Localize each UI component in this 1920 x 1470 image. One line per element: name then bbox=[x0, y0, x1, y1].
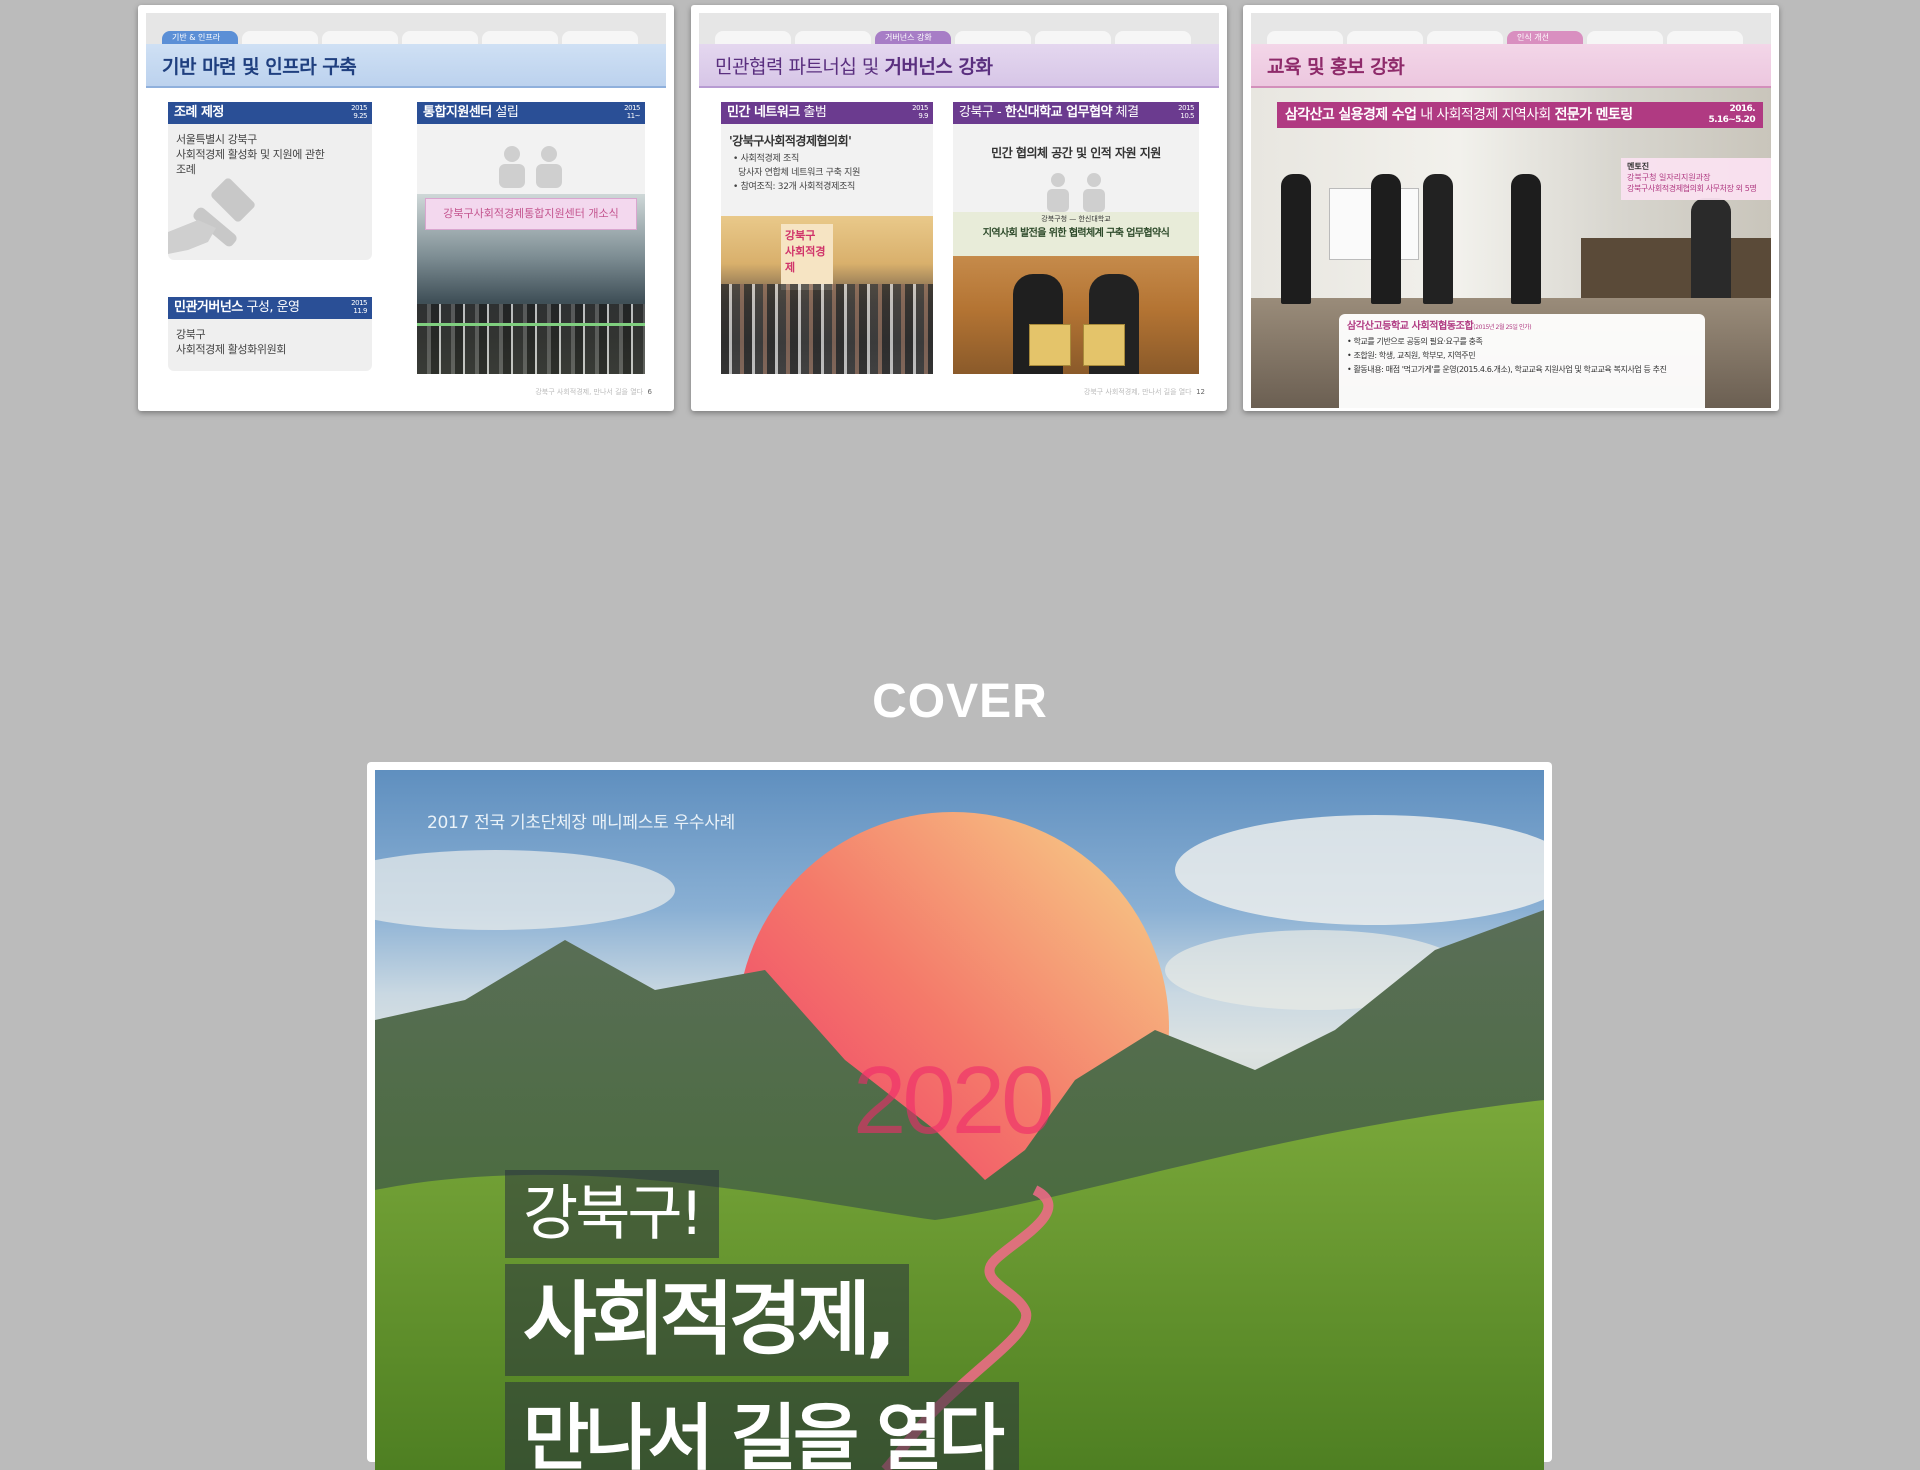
tab bbox=[482, 31, 558, 44]
tab bbox=[1587, 31, 1663, 44]
cover-subtitle: 2017 전국 기초단체장 매니페스토 우수사례 bbox=[427, 813, 735, 833]
mentoring-banner: 삼각산고 실용경제 수업 내 사회적경제 지역사회 전문가 멘토링 2016. 5… bbox=[1277, 102, 1763, 128]
box-header: 강북구 - 한신대학교 업무협약 체결 2015 10.5 bbox=[953, 102, 1199, 124]
agreement-folder bbox=[1029, 324, 1071, 366]
box-header: 민관거버넌스 구성, 운영 2015 11.9 bbox=[168, 297, 372, 319]
tab bbox=[1115, 31, 1191, 44]
page-thumbnail-infra: 기반 & 인프라 기반 마련 및 인프라 구축 조례 제정 2015 9.25 서… bbox=[138, 5, 674, 411]
box-header: 통합지원센터 설립 2015 11~ bbox=[417, 102, 645, 124]
classroom-photo: 삼각산고 실용경제 수업 내 사회적경제 지역사회 전문가 멘토링 2016. 5… bbox=[1251, 88, 1771, 408]
event-sign: 강북구 사회적경제 bbox=[781, 224, 833, 290]
governance-text: 강북구 사회적경제 활성화위원회 bbox=[176, 328, 287, 356]
box-header: 민간 네트워크 출범 2015 9.9 bbox=[721, 102, 933, 124]
tab bbox=[715, 31, 791, 44]
tab bbox=[1427, 31, 1503, 44]
tab bbox=[562, 31, 638, 44]
tab-active: 인식 개선 bbox=[1507, 31, 1583, 44]
mou-banner: 강북구청 — 한신대학교 지역사회 발전을 위한 협력체계 구축 업무협약식 bbox=[953, 212, 1199, 256]
mou-heading: 민간 협의체 공간 및 인적 자원 지원 bbox=[991, 146, 1161, 160]
ceremony-banner: 강북구사회적경제통합지원센터 개소식 bbox=[425, 198, 637, 230]
handshake-icon bbox=[1047, 173, 1105, 212]
section-title-band: 기반 마련 및 인프라 구축 bbox=[146, 44, 666, 88]
tab bbox=[955, 31, 1031, 44]
section-title: 민관협력 파트너십 및 bbox=[715, 55, 885, 78]
ordinance-text: 서울특별시 강북구 사회적경제 활성화 및 지원에 관한 조례 bbox=[176, 133, 325, 176]
crowd bbox=[721, 284, 933, 374]
agreement-folder bbox=[1083, 324, 1125, 366]
cloud bbox=[1175, 815, 1544, 925]
cover-artwork: 2017 전국 기초단체장 매니페스토 우수사례 2020 강북구! 사회적경제… bbox=[375, 770, 1544, 1470]
section-heading: COVER bbox=[872, 675, 1048, 728]
tab-active: 기반 & 인프라 bbox=[162, 31, 238, 44]
network-text: • 사회적경제 조직 당사자 연합체 네트워크 구축 지원 • 참여조직: 32… bbox=[733, 154, 861, 192]
page-footer: 강북구 사회적경제, 만나서 길을 열다 6 bbox=[535, 388, 652, 396]
mentor bbox=[1691, 198, 1731, 298]
tab bbox=[1035, 31, 1111, 44]
student bbox=[1281, 174, 1311, 304]
student bbox=[1511, 174, 1541, 304]
tab bbox=[1267, 31, 1343, 44]
cooperative-info: 삼각산고등학교 사회적협동조합(2015년 2월 25일 인가) • 학교를 기… bbox=[1339, 314, 1705, 408]
cover-year: 2020 bbox=[853, 1047, 1055, 1154]
ordinance-box: 조례 제정 2015 9.25 서울특별시 강북구 사회적경제 활성화 및 지원에… bbox=[168, 102, 372, 260]
section-title: 교육 및 홍보 강화 bbox=[1267, 55, 1405, 78]
tab bbox=[402, 31, 478, 44]
mou-box: 강북구 - 한신대학교 업무협약 체결 2015 10.5 민간 협의체 공간 및… bbox=[953, 102, 1199, 374]
tab bbox=[322, 31, 398, 44]
cover-title-line2: 사회적경제, bbox=[505, 1264, 910, 1376]
section-title-band: 민관협력 파트너십 및 거버넌스 강화 bbox=[699, 44, 1219, 88]
page-footer: 강북구 사회적경제, 만나서 길을 열다 12 bbox=[1083, 388, 1205, 396]
section-title: 기반 마련 및 인프라 구축 bbox=[162, 55, 357, 78]
signing-photo: 강북구청 — 한신대학교 지역사회 발전을 위한 협력체계 구축 업무협약식 bbox=[953, 212, 1199, 374]
opening-ceremony-photo: 강북구사회적경제통합지원센터 개소식 bbox=[417, 194, 645, 374]
desk-group bbox=[1581, 238, 1771, 298]
network-heading: '강북구사회적경제협의회' bbox=[729, 134, 852, 148]
tab bbox=[795, 31, 871, 44]
cover-title-line1: 강북구! bbox=[505, 1170, 719, 1258]
tab bbox=[1667, 31, 1743, 44]
support-center-box: 통합지원센터 설립 2015 11~ 강북구사회적경제통합지원센터 개소식 bbox=[417, 102, 645, 374]
tab-active: 거버넌스 강화 bbox=[875, 31, 951, 44]
governance-box: 민관거버넌스 구성, 운영 2015 11.9 강북구 사회적경제 활성화위원회 bbox=[168, 297, 372, 371]
gavel-icon bbox=[168, 178, 255, 254]
group-photo: 강북구 사회적경제 bbox=[721, 216, 933, 374]
mentor-list: 멘토진 강북구청 일자리지원과장 강북구사회적경제협의회 사무처장 외 5명 bbox=[1621, 158, 1771, 200]
student bbox=[1423, 174, 1453, 304]
cover-title-line3: 만나서 길을 열다 bbox=[505, 1382, 1019, 1470]
tab bbox=[242, 31, 318, 44]
cloud bbox=[375, 850, 675, 930]
network-box: 민간 네트워크 출범 2015 9.9 '강북구사회적경제협의회' • 사회적경제… bbox=[721, 102, 933, 374]
page-thumbnail-governance: 거버넌스 강화 민관협력 파트너십 및 거버넌스 강화 민간 네트워크 출범 2… bbox=[691, 5, 1227, 411]
people-icon bbox=[499, 146, 562, 188]
section-title-band: 교육 및 홍보 강화 bbox=[1251, 44, 1771, 88]
crowd bbox=[417, 304, 645, 374]
cover-frame: 2017 전국 기초단체장 매니페스토 우수사례 2020 강북구! 사회적경제… bbox=[367, 762, 1552, 1470]
box-header: 조례 제정 2015 9.25 bbox=[168, 102, 372, 124]
tab bbox=[1347, 31, 1423, 44]
ribbon bbox=[417, 323, 645, 326]
page-thumbnail-education: 인식 개선 교육 및 홍보 강화 삼각산고 실용경제 수업 내 사회적경제 지역… bbox=[1243, 5, 1779, 411]
student bbox=[1371, 174, 1401, 304]
